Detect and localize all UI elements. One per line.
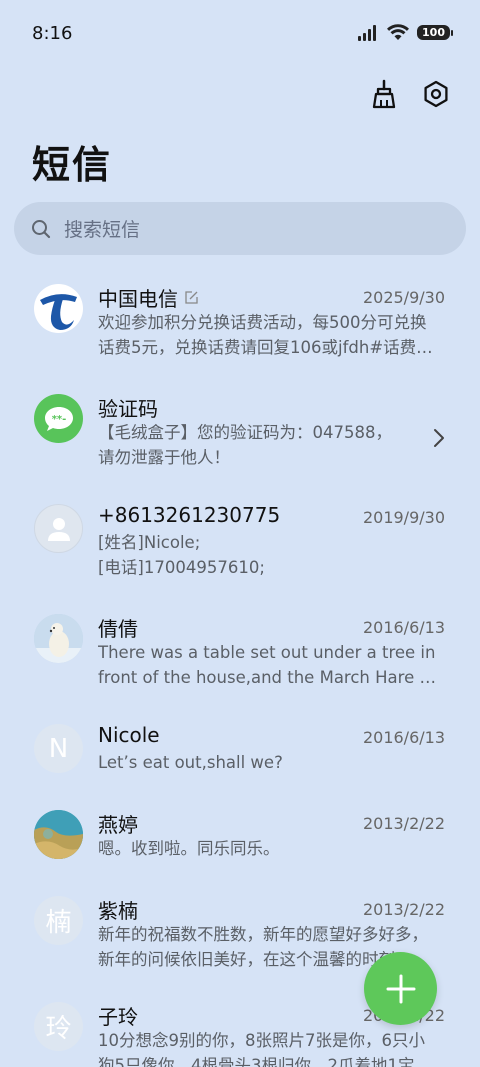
clean-button[interactable] bbox=[368, 78, 400, 110]
conversation-date: 2019/9/30 bbox=[362, 508, 445, 527]
wifi-icon bbox=[387, 24, 410, 40]
conversation-date: 2025/9/30 bbox=[362, 288, 445, 307]
person-icon bbox=[47, 517, 70, 541]
conversation-name: 燕婷 bbox=[98, 809, 138, 838]
broom-icon bbox=[372, 79, 396, 109]
signal-icon bbox=[358, 24, 377, 41]
conversation-preview: 嗯。收到啦。同乐同乐。 bbox=[98, 836, 444, 861]
preview-line-2: 狗5只像你，4根骨头3根归你，2爪着地1宝 bbox=[98, 1056, 415, 1067]
conversation-date: 2013/2/22 bbox=[362, 900, 445, 919]
conversation-name: 倩倩 bbox=[98, 613, 138, 642]
search-icon bbox=[32, 219, 51, 238]
polar-bear-photo-icon bbox=[34, 614, 83, 663]
telecom-logo-avatar bbox=[34, 284, 83, 333]
conversation-name: 紫楠 bbox=[98, 895, 138, 924]
conversation-date: 2016/6/13 bbox=[362, 728, 445, 747]
conversation-name-text: 中国电信 bbox=[98, 287, 178, 311]
settings-button[interactable] bbox=[420, 78, 452, 110]
preview-line-1: 嗯。收到啦。同乐同乐。 bbox=[98, 839, 280, 858]
preview-line-1: [姓名]Nicole; bbox=[98, 533, 201, 552]
conversation-date: 2013/2/22 bbox=[362, 814, 445, 833]
conversation-preview: 【毛绒盒子】您的验证码为：047588， 请勿泄露于他人！ bbox=[98, 420, 444, 470]
new-message-button[interactable] bbox=[364, 952, 437, 1025]
page-title: 短信 bbox=[32, 143, 113, 187]
edit-note-icon bbox=[185, 291, 198, 304]
top-actions bbox=[368, 78, 452, 110]
letter-avatar: 楠 bbox=[34, 896, 83, 945]
preview-line-1: Let’s eat out,shall we? bbox=[98, 753, 283, 772]
conversation-preview: [姓名]Nicole; [电话]17004957610; bbox=[98, 530, 444, 580]
person-avatar bbox=[34, 504, 83, 553]
message-bubble-avatar: **- bbox=[34, 394, 83, 443]
conversation-preview: Let’s eat out,shall we? bbox=[98, 750, 444, 775]
conversation-date: 2016/6/13 bbox=[362, 618, 445, 637]
preview-line-1: 10分想念9别的你，8张照片7张是你，6只小 bbox=[98, 1031, 425, 1050]
conversation-name-text: 验证码 bbox=[98, 397, 158, 421]
conversation-item[interactable]: +8613261230775 2019/9/30 [姓名]Nicole; [电话… bbox=[0, 482, 480, 590]
preview-line-2: 请勿泄露于他人！ bbox=[98, 448, 230, 467]
gear-icon bbox=[424, 80, 448, 108]
conversation-name: 验证码 bbox=[98, 393, 158, 422]
conversation-name: +8613261230775 bbox=[98, 503, 280, 527]
polar-bear-photo-avatar bbox=[34, 614, 83, 663]
conversation-preview: There was a table set out under a tree i… bbox=[98, 640, 444, 690]
conversation-name: 子玲 bbox=[98, 1001, 138, 1030]
letter-avatar: N bbox=[34, 724, 83, 773]
preview-line-1: 欢迎参加积分兑换话费活动，每500分可兑换 bbox=[98, 313, 427, 332]
preview-line-2: 话费5元，兑换话费请回复106或jfdh#话费… bbox=[98, 338, 433, 357]
landscape-photo-icon bbox=[34, 810, 83, 859]
conversation-name-text: +8613261230775 bbox=[98, 503, 281, 527]
battery-indicator: 100 bbox=[417, 25, 453, 40]
status-time: 8:16 bbox=[32, 23, 73, 44]
conversation-name-text: 燕婷 bbox=[98, 813, 138, 837]
search-placeholder: 搜索短信 bbox=[64, 219, 141, 241]
search-bar[interactable]: 搜索短信 bbox=[14, 202, 466, 255]
letter-avatar: 玲 bbox=[34, 1002, 83, 1051]
plus-icon bbox=[386, 974, 415, 1003]
conversation-name: 中国电信 bbox=[98, 283, 199, 312]
telecom-logo-icon bbox=[34, 284, 83, 333]
conversation-item[interactable]: 中国电信 2025/9/30 欢迎参加积分兑换话费活动，每500分可兑换 话费5… bbox=[0, 262, 480, 370]
message-bubble-icon: **- bbox=[44, 406, 73, 431]
preview-line-1: 【毛绒盒子】您的验证码为：047588， bbox=[98, 423, 392, 442]
conversation-preview: 欢迎参加积分兑换话费活动，每500分可兑换 话费5元，兑换话费请回复106或jf… bbox=[98, 310, 444, 360]
conversation-name: Nicole bbox=[98, 723, 160, 747]
preview-line-2: [电话]17004957610; bbox=[98, 558, 265, 577]
conversation-name-text: 倩倩 bbox=[98, 617, 138, 641]
status-bar: 8:16 100 bbox=[0, 0, 480, 68]
conversation-name-text: 子玲 bbox=[98, 1005, 138, 1029]
preview-line-1: There was a table set out under a tree i… bbox=[98, 643, 436, 662]
conversation-name-text: 紫楠 bbox=[98, 899, 138, 923]
conversation-item[interactable]: 倩倩 2016/6/13 There was a table set out u… bbox=[0, 592, 480, 700]
conversation-item[interactable]: **- 验证码 【毛绒盒子】您的验证码为：047588， 请勿泄露于他人！ bbox=[0, 372, 480, 480]
status-icons: 100 bbox=[357, 24, 453, 41]
preview-line-1: 新年的祝福数不胜数，新年的愿望好多好多， bbox=[98, 925, 428, 944]
conversation-name-text: Nicole bbox=[98, 723, 160, 747]
landscape-photo-avatar bbox=[34, 810, 83, 859]
svg-text:**-: **- bbox=[51, 414, 66, 425]
chevron-right-icon[interactable] bbox=[432, 428, 446, 448]
conversation-preview: 10分想念9别的你，8张照片7张是你，6只小 狗5只像你，4根骨头3根归你，2爪… bbox=[98, 1028, 444, 1067]
preview-line-2: front of the house,and the March Hare an… bbox=[98, 668, 444, 687]
